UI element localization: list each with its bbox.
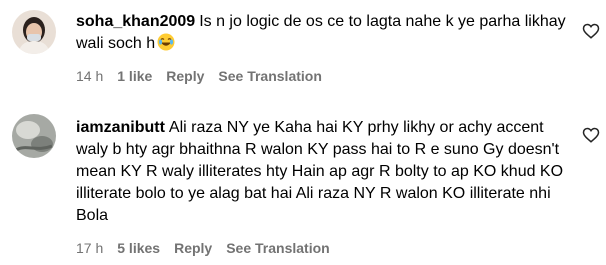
comment-meta: 17 h 5 likes Reply See Translation — [76, 240, 344, 256]
laughing-emoji-icon — [157, 33, 175, 51]
reply-button[interactable]: Reply — [174, 240, 212, 256]
see-translation-button[interactable]: See Translation — [218, 68, 321, 84]
comment-time: 17 h — [76, 240, 104, 256]
comment-item: iamzanibutt Ali raza NY ye Kaha hai KY pr… — [0, 100, 606, 265]
see-translation-button[interactable]: See Translation — [226, 240, 329, 256]
heart-outline-icon[interactable] — [582, 126, 600, 144]
username[interactable]: iamzanibutt — [76, 119, 165, 136]
comment-meta: 14 h 1 like Reply See Translation — [76, 68, 336, 84]
reply-button[interactable]: Reply — [166, 68, 204, 84]
avatar[interactable] — [12, 10, 56, 54]
avatar[interactable] — [12, 114, 56, 158]
heart-outline-icon[interactable] — [582, 22, 600, 40]
username[interactable]: soha_khan2009 — [76, 13, 195, 30]
comment-time: 14 h — [76, 68, 104, 84]
comment-text: soha_khan2009 Is n jo logic de os ce to l… — [76, 11, 566, 55]
comment-item: soha_khan2009 Is n jo logic de os ce to l… — [0, 0, 606, 100]
likes-count[interactable]: 1 like — [117, 68, 152, 84]
comment-text: iamzanibutt Ali raza NY ye Kaha hai KY pr… — [76, 117, 576, 227]
likes-count[interactable]: 5 likes — [117, 240, 160, 256]
